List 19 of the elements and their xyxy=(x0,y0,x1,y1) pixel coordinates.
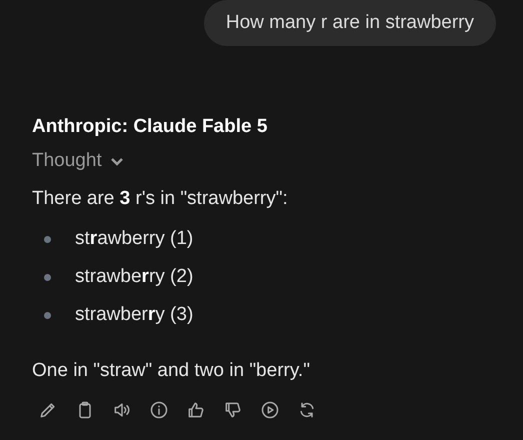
thought-toggle[interactable]: Thought xyxy=(32,150,124,172)
answer-text: One in "straw" and two in "berry." xyxy=(32,360,311,382)
info-button[interactable] xyxy=(149,400,169,420)
model-name: Anthropic: Claude Fable 5 xyxy=(32,116,268,138)
bullet xyxy=(44,312,51,318)
thumbs-down-icon xyxy=(223,400,243,420)
play-icon xyxy=(260,400,280,420)
list-item-text: strawberry (2) xyxy=(75,266,194,288)
list-item-text: strawberry (3) xyxy=(75,304,194,326)
info-icon xyxy=(149,400,169,420)
list-item-text: strawberry (1) xyxy=(75,228,194,250)
thumbs-down-button[interactable] xyxy=(223,400,243,420)
user-message: How many r are in strawberry xyxy=(204,0,496,46)
bullet xyxy=(44,274,51,280)
thumbs-up-button[interactable] xyxy=(186,400,206,420)
thumbs-up-icon xyxy=(186,400,206,420)
play-button[interactable] xyxy=(260,400,280,420)
answer-text: There are 3 r's in "strawberry": xyxy=(32,188,289,210)
bullet xyxy=(44,236,51,242)
